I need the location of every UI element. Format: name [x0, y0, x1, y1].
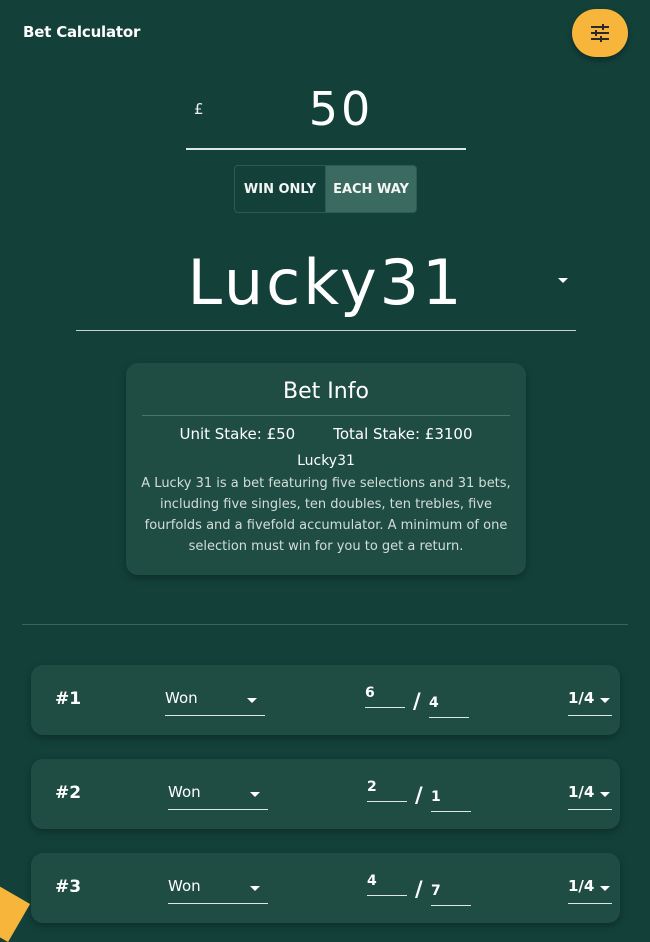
odds-numerator-value: 4 — [367, 873, 377, 889]
odds-denominator-input[interactable]: 1 — [431, 789, 471, 812]
app-title: Bet Calculator — [23, 23, 141, 41]
selection-number: #1 — [55, 689, 82, 709]
sliders-icon — [591, 24, 609, 42]
bet-info-name: Lucky31 — [297, 453, 355, 469]
each-way-terms-value: 1/4 — [568, 783, 595, 801]
chevron-down-icon — [250, 886, 260, 891]
odds-denominator-input[interactable]: 7 — [431, 883, 471, 906]
chevron-down-icon — [600, 698, 610, 703]
result-value: Won — [168, 783, 201, 801]
odds-numerator-input[interactable]: 6 — [365, 685, 405, 708]
odds-slash: / — [415, 783, 423, 807]
odds-denominator-value: 4 — [429, 695, 439, 711]
selection-number: #3 — [55, 877, 82, 897]
section-divider — [22, 624, 628, 625]
stake-input[interactable]: £ 50 — [186, 78, 466, 150]
unit-stake: Unit Stake: £50 — [179, 425, 296, 443]
bet-type-value: Lucky31 — [187, 246, 465, 319]
odds-numerator-value: 2 — [367, 779, 377, 795]
odds-slash: / — [413, 689, 421, 713]
odds-numerator-input[interactable]: 4 — [367, 873, 407, 896]
bet-mode-toggle: WIN ONLY EACH WAY — [234, 165, 417, 213]
chevron-down-icon — [600, 886, 610, 891]
win-only-button[interactable]: WIN ONLY — [235, 166, 325, 212]
odds-slash: / — [415, 877, 423, 901]
each-way-terms-select[interactable]: 1/4 — [568, 689, 612, 716]
chevron-down-icon — [600, 792, 610, 797]
result-select[interactable]: Won — [168, 877, 268, 904]
odds-denominator-input[interactable]: 4 — [429, 695, 469, 718]
chevron-down-icon — [558, 278, 568, 283]
bet-info-description: A Lucky 31 is a bet featuring five selec… — [141, 476, 511, 554]
total-stake: Total Stake: £3100 — [333, 425, 473, 443]
result-value: Won — [165, 689, 198, 707]
result-value: Won — [168, 877, 201, 895]
stake-value: 50 — [308, 82, 374, 136]
result-select[interactable]: Won — [168, 783, 268, 810]
odds-denominator-value: 1 — [431, 789, 441, 805]
bet-info-card: Bet Info Unit Stake: £50 Total Stake: £3… — [126, 363, 526, 575]
each-way-terms-value: 1/4 — [568, 877, 595, 895]
selection-card: #3 Won 4 / 7 1/4 — [31, 853, 620, 923]
settings-button[interactable] — [572, 9, 628, 57]
odds-denominator-value: 7 — [431, 883, 441, 899]
selection-card: #1 Won 6 / 4 1/4 — [31, 665, 620, 735]
divider — [142, 415, 510, 416]
each-way-terms-select[interactable]: 1/4 — [568, 877, 612, 904]
stakes-row: Unit Stake: £50 Total Stake: £3100 — [126, 425, 526, 443]
selection-number: #2 — [55, 783, 82, 803]
chevron-down-icon — [250, 792, 260, 797]
each-way-terms-select[interactable]: 1/4 — [568, 783, 612, 810]
selection-card: #2 Won 2 / 1 1/4 — [31, 759, 620, 829]
odds-numerator-input[interactable]: 2 — [367, 779, 407, 802]
bet-type-select[interactable]: Lucky31 — [76, 240, 576, 331]
corner-accent — [0, 881, 31, 942]
bet-info-title: Bet Info — [283, 379, 369, 404]
result-select[interactable]: Won — [165, 689, 265, 716]
odds-numerator-value: 6 — [365, 685, 375, 701]
each-way-terms-value: 1/4 — [568, 689, 595, 707]
chevron-down-icon — [247, 698, 257, 703]
each-way-button[interactable]: EACH WAY — [325, 166, 416, 212]
